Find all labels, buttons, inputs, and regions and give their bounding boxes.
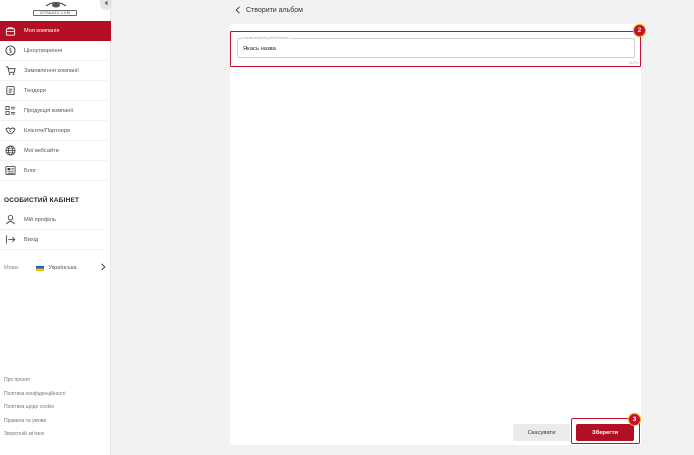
album-form-card: Назва альбому (обов'язково) 11/75 2 Скас…: [230, 24, 646, 445]
page-title: Створити альбом: [246, 6, 303, 14]
car-wing-logo-icon: [45, 1, 67, 8]
sidebar-item-blog[interactable]: Блог: [0, 161, 107, 181]
sidebar-collapse-button[interactable]: [100, 0, 112, 10]
footer-link-feedback[interactable]: Зворотній зв'язок: [4, 428, 66, 442]
sidebar-item-products[interactable]: Продукція компанії: [0, 101, 107, 121]
album-name-label: Назва альбому (обов'язково): [243, 36, 290, 40]
product-list-icon: [4, 105, 16, 117]
sidebar-menu: Моя компанія $ Ціноутворення Замовлення …: [0, 21, 111, 181]
sidebar-item-tenders[interactable]: Тендери: [0, 81, 107, 101]
cabinet-menu: Мій профіль Вихід: [0, 210, 107, 250]
footer-link-privacy[interactable]: Політика конфіденційності: [4, 388, 66, 402]
logout-icon: [4, 234, 16, 246]
handshake-icon: [4, 125, 16, 137]
sidebar-item-label: Замовлення компанії: [24, 67, 79, 74]
sidebar-item-label: Клієнти/Партнери: [24, 127, 71, 134]
cancel-button[interactable]: Скасувати: [513, 424, 570, 441]
cart-icon: [4, 65, 16, 77]
sidebar-item-pricing[interactable]: $ Ціноутворення: [0, 41, 107, 61]
footer-link-about[interactable]: Про проект: [4, 374, 66, 388]
logo[interactable]: VITRAGES.COM: [0, 0, 110, 20]
sidebar-item-label: Продукція компанії: [24, 107, 74, 114]
document-icon: [4, 85, 16, 97]
building-icon: [4, 25, 16, 37]
sidebar-item-profile[interactable]: Мій профіль: [0, 210, 103, 230]
sidebar-item-orders[interactable]: Замовлення компанії: [0, 61, 107, 81]
sidebar-item-my-company[interactable]: Моя компанія: [0, 21, 111, 41]
chevron-left-icon: [104, 0, 108, 6]
album-name-field[interactable]: Назва альбому (обов'язково): [237, 36, 635, 58]
sidebar-item-label: Моя компанія: [24, 28, 60, 34]
sidebar-item-label: Тендери: [24, 87, 46, 94]
footer-link-terms[interactable]: Правила та умови: [4, 415, 66, 429]
character-counter: 11/75: [628, 60, 638, 65]
chevron-right-icon: [100, 263, 106, 273]
sidebar-item-websites[interactable]: Мої вебсайти: [0, 141, 107, 161]
logo-text: VITRAGES.COM: [33, 10, 77, 16]
sidebar-item-label: Ціноутворення: [24, 47, 63, 54]
page-header: Створити альбом: [230, 0, 641, 20]
album-name-input[interactable]: [243, 46, 623, 52]
sidebar-item-logout[interactable]: Вихід: [0, 230, 103, 250]
dollar-circle-icon: $: [4, 45, 16, 57]
sidebar-item-label: Мої вебсайти: [24, 147, 59, 154]
main-content: Створити альбом Назва альбому (обов'язко…: [230, 0, 646, 455]
language-value: Українська: [48, 265, 77, 271]
user-icon: [4, 214, 16, 226]
svg-text:$: $: [8, 48, 12, 55]
footer-links: Про проект Політика конфіденційності Пол…: [4, 374, 66, 442]
sidebar-item-label: Мій профіль: [24, 216, 56, 223]
save-button[interactable]: Зберегти: [576, 424, 634, 441]
newspaper-icon: [4, 165, 16, 177]
step-badge: 2: [633, 24, 646, 37]
globe-icon: [4, 145, 16, 157]
ukraine-flag-icon: [36, 265, 45, 271]
sidebar: VITRAGES.COM Моя компанія $ Ціноутворенн…: [0, 0, 112, 455]
album-name-highlight: Назва альбому (обов'язково) 11/75: [230, 31, 641, 67]
footer-link-cookie[interactable]: Політика щодо cookie: [4, 401, 66, 415]
language-label: Мова:: [4, 265, 20, 271]
sidebar-item-label: Блог: [24, 167, 37, 174]
sidebar-item-label: Вихід: [24, 236, 39, 243]
chevron-left-icon[interactable]: [235, 6, 241, 14]
cabinet-section-title: ОСОБИСТИЙ КАБІНЕТ: [4, 197, 80, 204]
language-selector[interactable]: Мова: Українська: [4, 260, 106, 276]
step-badge: 3: [628, 413, 641, 426]
sidebar-item-clients[interactable]: Клієнти/Партнери: [0, 121, 107, 141]
